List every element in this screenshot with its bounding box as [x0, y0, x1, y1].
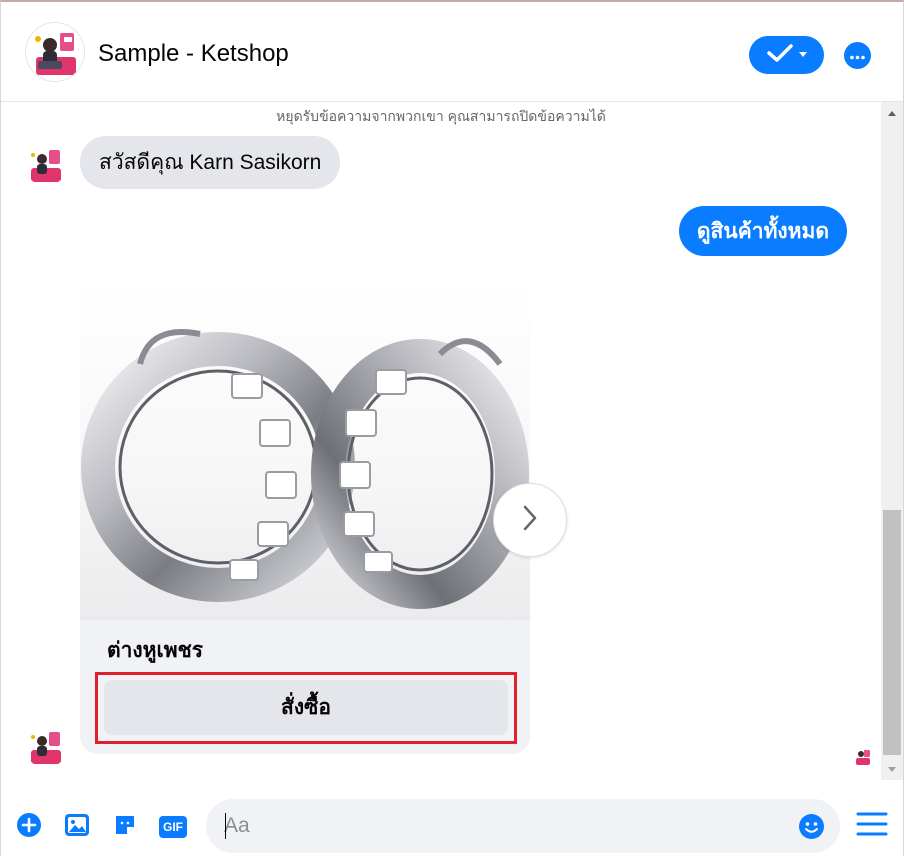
message-composer: GIF	[1, 780, 903, 856]
greeting-message: สวัสดีคุณ Karn Sasikorn	[80, 136, 341, 189]
message-input-wrapper	[206, 799, 840, 853]
gif-icon: GIF	[159, 816, 187, 838]
gif-button[interactable]: GIF	[158, 814, 188, 840]
scroll-thumb[interactable]	[883, 510, 901, 755]
order-button[interactable]: สั่งซื้อ	[104, 680, 508, 735]
messenger-window: Sample - Ketshop หยุดรับข้อความจากพวกเขา…	[0, 0, 904, 856]
product-title: ต่างหูเพชร	[107, 639, 204, 662]
photo-icon	[64, 813, 90, 842]
highlight-frame: สั่งซื้อ	[95, 672, 517, 744]
message-input[interactable]	[224, 799, 784, 853]
chevron-right-icon	[522, 505, 538, 536]
add-icon	[16, 812, 42, 843]
text-caret	[225, 813, 226, 839]
view-all-products-message[interactable]: ดูสินค้าทั้งหมด	[678, 206, 847, 256]
sender-avatar-bottom[interactable]	[25, 726, 67, 768]
conversation-header: Sample - Ketshop	[1, 4, 903, 102]
chat-scrollbar[interactable]	[881, 102, 903, 780]
hamburger-menu-icon	[856, 812, 888, 841]
scroll-up-arrow[interactable]	[881, 102, 903, 124]
page-name[interactable]: Sample - Ketshop	[98, 40, 289, 68]
chevron-down-icon	[798, 46, 808, 64]
product-card: ต่างหูเพชร สั่งซื้อ	[80, 284, 530, 754]
carousel-next-button[interactable]	[493, 483, 567, 557]
product-image[interactable]	[80, 284, 530, 620]
smiley-icon	[798, 814, 825, 844]
scroll-down-arrow[interactable]	[881, 758, 903, 780]
sticker-button[interactable]	[112, 814, 138, 840]
more-horizontal-icon	[850, 47, 865, 65]
message-list[interactable]: หยุดรับข้อความจากพวกเขา คุณสามารถปิดข้อค…	[1, 102, 881, 780]
page-avatar[interactable]	[25, 22, 85, 82]
mark-done-button[interactable]	[749, 36, 824, 74]
checkmark-icon	[766, 43, 794, 68]
sticker-icon	[113, 813, 137, 842]
add-button[interactable]	[16, 812, 42, 843]
sender-avatar[interactable]	[25, 144, 67, 186]
seen-indicator-avatar	[853, 747, 873, 767]
conversation-notice: หยุดรับข้อความจากพวกเขา คุณสามารถปิดข้อค…	[276, 108, 606, 124]
emoji-button[interactable]	[798, 813, 825, 840]
menu-button[interactable]	[856, 811, 888, 837]
photo-button[interactable]	[64, 813, 90, 842]
more-options-button[interactable]	[844, 42, 871, 69]
